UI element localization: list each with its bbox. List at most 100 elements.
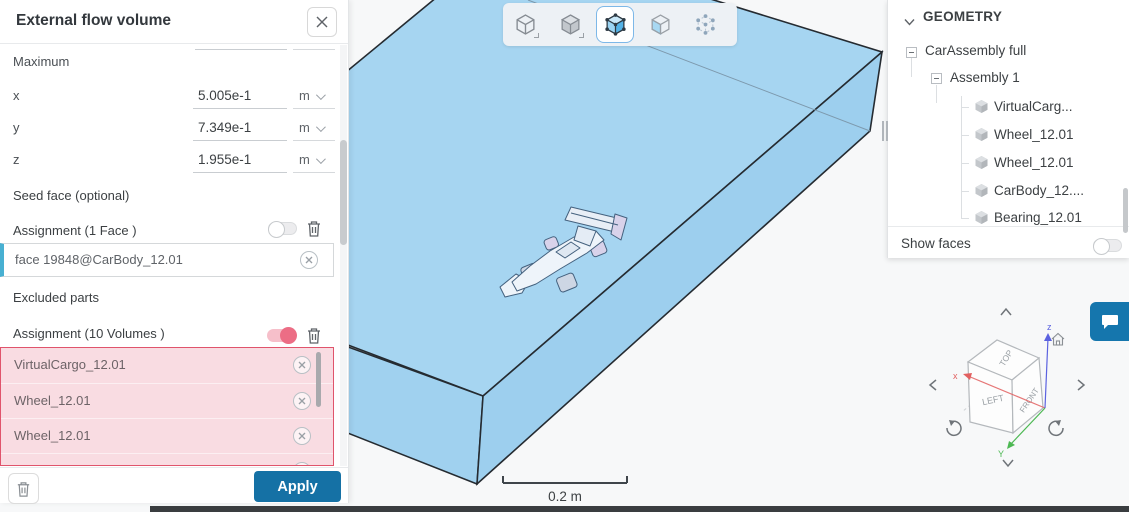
tree-node-root[interactable]: CarAssembly full: [925, 43, 1026, 58]
row-remove-button[interactable]: [293, 392, 311, 410]
rotate-down-arrow[interactable]: [1003, 460, 1013, 466]
maximum-label: Maximum: [13, 54, 69, 69]
apply-button[interactable]: Apply: [254, 471, 341, 502]
chevron-down-icon: [316, 154, 326, 164]
show-faces-toggle[interactable]: [1093, 239, 1122, 252]
partial-input[interactable]: [195, 49, 287, 50]
toggle-knob: [1093, 238, 1110, 255]
cube-icon: [974, 183, 989, 198]
excluded-part-row[interactable]: CarBody_12.01: [1, 453, 333, 466]
y-axis-label: y: [13, 120, 20, 135]
home-icon[interactable]: [1052, 334, 1064, 346]
chevron-down-icon: [904, 18, 915, 26]
tree-connector: [961, 135, 969, 136]
show-faces-row: Show faces: [888, 226, 1129, 258]
chat-support-button[interactable]: [1090, 302, 1129, 341]
external-flow-volume-panel: External flow volume Maximum x 5.005e-1 …: [0, 0, 349, 503]
excluded-part-row[interactable]: Wheel_12.01: [1, 383, 333, 418]
circle-x-icon: [298, 361, 306, 369]
z-axis-label: z: [1047, 322, 1052, 332]
panel-scrollbar-thumb[interactable]: [340, 140, 347, 245]
seed-assignment-label: Assignment (1 Face ): [13, 223, 137, 238]
tree-connector: [961, 191, 969, 192]
circle-x-icon: [298, 432, 306, 440]
excluded-part-row[interactable]: Wheel_12.01: [1, 418, 333, 453]
excluded-assignment-label: Assignment (10 Volumes ): [13, 326, 165, 341]
panel-footer: Apply: [0, 467, 348, 503]
panel-resize-grip[interactable]: [882, 121, 888, 141]
shaded-edges-cube-icon-selected[interactable]: [596, 6, 634, 43]
scale-bar: 0.2 m: [503, 476, 627, 504]
x-max-input[interactable]: 5.005e-1: [193, 88, 287, 109]
tree-node-part[interactable]: Wheel_12.01: [994, 127, 1074, 142]
row-remove-button[interactable]: [293, 427, 311, 445]
tree-connector: [961, 96, 962, 218]
x-unit-value: m: [299, 88, 310, 103]
excluded-parts-label: Excluded parts: [13, 290, 99, 305]
y-axis-label: Y: [998, 449, 1004, 459]
panel-scrollbar-track[interactable]: [340, 45, 347, 466]
chip-remove-button[interactable]: [300, 251, 318, 269]
z-unit-value: m: [299, 152, 310, 167]
geometry-collapse-chevron[interactable]: [904, 13, 915, 31]
circle-x-icon: [298, 397, 306, 405]
seed-assignment-trash-button[interactable]: [305, 219, 323, 243]
cube-icon: [974, 127, 989, 142]
shaded-cube-icon[interactable]: [551, 6, 589, 43]
row-remove-button[interactable]: [293, 462, 311, 466]
view-cube-widget[interactable]: TOP LEFT FRONT x Y z: [905, 295, 1105, 480]
close-button[interactable]: [307, 7, 337, 37]
tree-node-assembly[interactable]: Assembly 1: [950, 70, 1020, 85]
rotate-ccw-arrow[interactable]: [947, 421, 961, 435]
y-max-input[interactable]: 7.349e-1: [193, 120, 287, 141]
y-unit-select[interactable]: m: [293, 120, 335, 141]
rotate-cw-arrow[interactable]: [1049, 421, 1063, 435]
tree-node-part[interactable]: Bearing_12.01: [994, 210, 1082, 225]
geometry-scrollbar-thumb[interactable]: [1123, 188, 1128, 233]
seed-assignment-toggle[interactable]: [268, 222, 297, 235]
x-unit-select[interactable]: m: [293, 88, 335, 109]
tree-node-part[interactable]: VirtualCarg...: [994, 99, 1073, 114]
z-unit-select[interactable]: m: [293, 152, 335, 173]
z-max-input[interactable]: 1.955e-1: [193, 152, 287, 173]
tree-node-part[interactable]: Wheel_12.01: [994, 155, 1074, 170]
excluded-part-row[interactable]: VirtualCargo_12.01: [1, 348, 333, 383]
rotate-cw-arrowhead: [1055, 420, 1061, 426]
chevron-down-icon: [316, 122, 326, 132]
excluded-part-label: VirtualCargo_12.01: [14, 357, 126, 372]
tree-connector: [961, 163, 969, 164]
chevron-down-icon: [316, 90, 326, 100]
tool-dropdown-corner: [534, 33, 539, 38]
excluded-list-scrollbar[interactable]: [316, 352, 321, 407]
trash-icon: [305, 219, 323, 238]
tree-expander-assembly[interactable]: [931, 73, 942, 84]
excluded-parts-list[interactable]: VirtualCargo_12.01 Wheel_12.01 Wheel_12.…: [0, 347, 334, 466]
tree-connector: [961, 107, 969, 108]
rotate-left-arrow[interactable]: [930, 380, 936, 390]
cube-icon: [974, 210, 989, 225]
rotate-ccw-arrowhead: [949, 420, 955, 426]
cube-icon: [974, 155, 989, 170]
partial-unit-select[interactable]: [293, 49, 335, 50]
vertex-selection-cube-icon[interactable]: [686, 6, 724, 43]
tree-connector: [911, 58, 912, 77]
rotate-up-arrow[interactable]: [1001, 309, 1011, 315]
excluded-part-label: CarBody_12.01: [14, 463, 104, 466]
panel-title: External flow volume: [16, 12, 171, 30]
excluded-assignment-toggle[interactable]: [267, 329, 296, 342]
face-selection-cube-icon[interactable]: [641, 6, 679, 43]
delete-flow-volume-button[interactable]: [8, 473, 39, 504]
wireframe-cube-icon[interactable]: [506, 6, 544, 43]
flow-volume-box[interactable]: [340, 0, 882, 484]
y-unit-value: m: [299, 120, 310, 135]
tree-expander-root[interactable]: [906, 47, 917, 58]
seed-face-chip[interactable]: face 19848@CarBody_12.01: [0, 243, 334, 277]
seed-face-label: Seed face (optional): [13, 188, 129, 203]
scale-bar-label: 0.2 m: [548, 489, 582, 504]
row-remove-button[interactable]: [293, 356, 311, 374]
rotate-right-arrow[interactable]: [1078, 380, 1084, 390]
trash-icon: [15, 480, 32, 498]
tree-node-part[interactable]: CarBody_12....: [994, 183, 1084, 198]
show-faces-label: Show faces: [901, 236, 971, 251]
render-mode-toolbar: [503, 3, 737, 46]
